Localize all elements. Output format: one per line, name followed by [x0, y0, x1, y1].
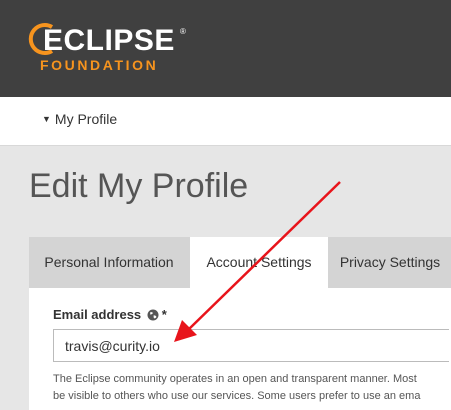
email-label: Email address *: [53, 307, 167, 322]
help-line-2: be visible to others who use our service…: [53, 390, 421, 402]
required-marker: *: [161, 307, 167, 322]
brand-name: ECLIPSE: [43, 24, 175, 57]
account-settings-panel: Email address * The Eclipse community op…: [29, 288, 451, 410]
caret-down-icon: ▼: [42, 114, 51, 124]
site-header: ECLIPSE ® FOUNDATION: [0, 0, 451, 97]
page-title: Edit My Profile: [29, 167, 249, 205]
globe-icon: [147, 309, 159, 321]
tab-personal-information[interactable]: Personal Information: [29, 237, 189, 288]
tab-privacy-settings[interactable]: Privacy Settings: [329, 237, 451, 288]
my-profile-label: My Profile: [54, 111, 118, 127]
my-profile-menu[interactable]: ▼ My Profile: [42, 111, 117, 127]
tab-bar: Personal Information Account Settings Pr…: [29, 237, 451, 289]
registered-mark: ®: [180, 27, 186, 36]
help-line-1: The Eclipse community operates in an ope…: [53, 373, 417, 385]
profile-bar: ▼ My Profile: [0, 97, 451, 146]
email-field[interactable]: [53, 329, 449, 362]
email-label-text: Email address: [53, 307, 142, 322]
brand-subtitle: FOUNDATION: [40, 57, 159, 73]
tab-account-settings[interactable]: Account Settings: [190, 237, 328, 289]
eclipse-foundation-logo[interactable]: ECLIPSE ® FOUNDATION: [28, 18, 198, 78]
email-help-text: The Eclipse community operates in an ope…: [53, 371, 451, 405]
